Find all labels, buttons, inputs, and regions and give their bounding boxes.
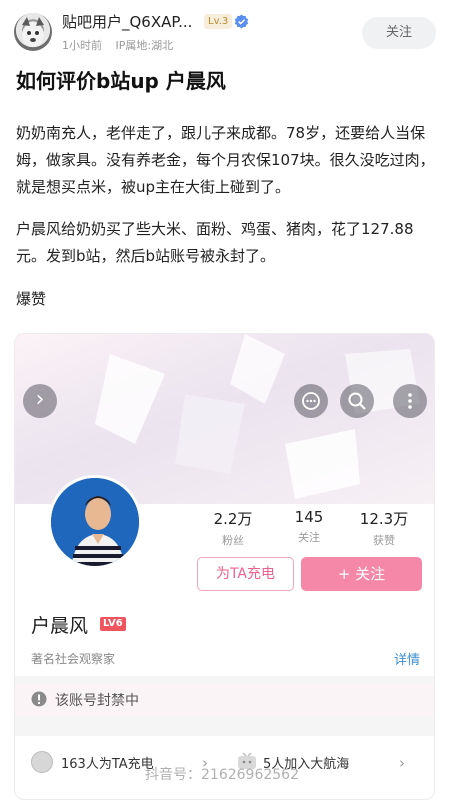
- post-title: 如何评价b站up 户晨风: [16, 69, 226, 93]
- fans-count: 2.2万: [213, 510, 253, 528]
- uploader-name: 户晨风: [31, 615, 89, 637]
- likes-stat[interactable]: 12.3万 获赞: [349, 508, 419, 548]
- uploader-title: 著名社会观察家: [31, 652, 116, 666]
- supporter-avatar: [31, 751, 53, 773]
- divider: [15, 676, 434, 684]
- follow-button[interactable]: 关注: [362, 17, 436, 49]
- post-paragraph: 户晨风给奶奶买了些大米、面粉、鸡蛋、猪肉，花了127.88元。发到b站，然后b站…: [16, 220, 414, 265]
- likes-label: 获赞: [373, 534, 395, 547]
- back-button[interactable]: ›: [23, 384, 57, 418]
- post-meta: 1小时前 IP属地:湖北: [62, 37, 183, 53]
- fans-label: 粉丝: [222, 534, 244, 547]
- ip-location: IP属地:湖北: [115, 39, 174, 52]
- verified-icon: [234, 14, 249, 29]
- douyin-watermark: 抖音号：21626962562: [145, 767, 299, 783]
- chevron-right-icon[interactable]: ›: [399, 754, 405, 772]
- fans-stat[interactable]: 2.2万 粉丝: [198, 508, 268, 548]
- charge-count-link[interactable]: 163人为TA充电: [61, 753, 154, 772]
- user-avatar[interactable]: [14, 13, 52, 51]
- post-time: 1小时前: [62, 39, 102, 52]
- following-label: 关注: [298, 531, 320, 544]
- profile-avatar[interactable]: [48, 475, 142, 569]
- user-name[interactable]: 贴吧用户_Q6XAP...: [62, 11, 192, 32]
- following-stat[interactable]: 145 关注: [274, 508, 344, 545]
- more-options-icon[interactable]: [393, 384, 427, 418]
- divider: [15, 716, 434, 736]
- post-paragraph: 爆赞: [16, 290, 47, 308]
- profile-follow-button[interactable]: + 关注: [301, 557, 422, 591]
- search-icon[interactable]: [340, 384, 374, 418]
- warning-icon: [31, 691, 47, 707]
- following-count: 145: [294, 508, 324, 526]
- details-link[interactable]: 详情: [394, 649, 420, 668]
- lv6-badge: LV6: [100, 617, 126, 631]
- charge-button[interactable]: 为TA充电: [197, 557, 294, 591]
- message-icon[interactable]: [294, 384, 328, 418]
- post-header: 贴吧用户_Q6XAP... Lv.3 1小时前 IP属地:湖北 关注: [0, 0, 450, 62]
- likes-count: 12.3万: [359, 510, 409, 528]
- level-badge: Lv.3: [204, 14, 233, 29]
- ban-notice-text: 该账号封禁中: [55, 693, 139, 709]
- ban-notice-bar: 该账号封禁中: [15, 684, 434, 716]
- embedded-profile-screenshot[interactable]: › 2.2万 粉丝 145 关注 12.3万 获赞 为TA充电 + 关注 户晨风…: [14, 333, 435, 800]
- post-paragraph: 奶奶南充人，老伴走了，跟儿子来成都。78岁，还要给人当保姆，做家具。没有养老金，…: [16, 124, 435, 196]
